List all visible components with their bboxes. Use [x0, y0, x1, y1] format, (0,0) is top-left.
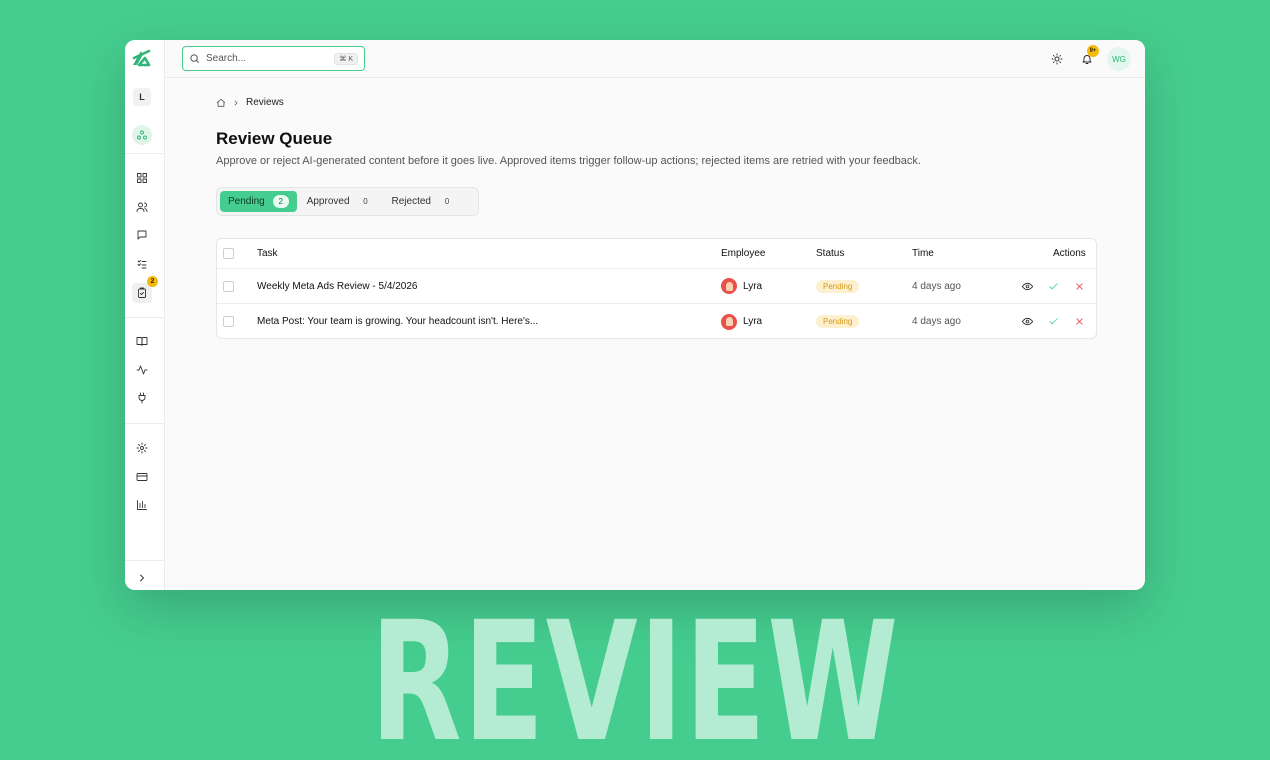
- employee-name: Lyra: [743, 280, 763, 292]
- eye-icon: [1021, 282, 1033, 290]
- breadcrumb-current: Reviews: [246, 97, 284, 108]
- chat-icon[interactable]: [132, 225, 152, 245]
- sidebar-divider: [125, 423, 165, 424]
- chevron-right-icon: [234, 100, 238, 105]
- tab-label: Pending: [228, 196, 265, 207]
- select-all-checkbox[interactable]: [223, 248, 234, 259]
- status-cell: Pending: [816, 315, 860, 328]
- home-icon[interactable]: [216, 98, 226, 108]
- column-header-employee: Employee: [721, 248, 766, 259]
- user-avatar[interactable]: WG: [1107, 47, 1131, 71]
- page-title: Review Queue: [216, 129, 333, 148]
- notification-badge: 9+: [1087, 45, 1099, 57]
- close-icon: [1075, 318, 1083, 325]
- plug-icon[interactable]: [132, 388, 152, 408]
- status-cell: Pending: [816, 279, 860, 293]
- column-header-actions: Actions: [1053, 248, 1086, 259]
- column-header-status: Status: [816, 248, 845, 259]
- reviews-icon[interactable]: 2: [132, 276, 158, 303]
- row-checkbox[interactable]: [223, 316, 234, 327]
- reviews-badge: 2: [147, 276, 158, 287]
- settings-icon[interactable]: [132, 438, 152, 458]
- sidebar: L 2: [125, 40, 165, 590]
- tab-label: Approved: [306, 196, 350, 207]
- app-window: L 2 Search... ⌘ K 9+ WG Reviews Review Q…: [125, 40, 1145, 590]
- approve-button[interactable]: [1046, 279, 1060, 293]
- billing-icon[interactable]: [132, 467, 152, 487]
- dashboard-icon[interactable]: [132, 168, 152, 188]
- theme-toggle-icon[interactable]: [1049, 51, 1065, 67]
- tab-approved[interactable]: Approved 0: [299, 191, 382, 212]
- table-row[interactable]: Weekly Meta Ads Review - 5/4/2026 Lyra P…: [217, 269, 1096, 304]
- tab-label: Rejected: [391, 196, 431, 207]
- tab-rejected[interactable]: Rejected 0: [384, 191, 463, 212]
- banner-title: REVIEW: [370, 586, 900, 760]
- search-icon: [190, 54, 199, 63]
- activity-icon[interactable]: [132, 360, 152, 380]
- breadcrumb: Reviews: [216, 97, 284, 108]
- column-header-task: Task: [257, 248, 278, 259]
- status-badge: Pending: [816, 315, 860, 328]
- tasks-icon[interactable]: [132, 254, 152, 274]
- approve-button[interactable]: [1046, 315, 1060, 329]
- employee-cell: Lyra: [721, 313, 763, 330]
- view-button[interactable]: [1020, 315, 1034, 329]
- search-shortcut: ⌘ K: [334, 52, 358, 65]
- check-icon: [1048, 282, 1058, 289]
- eye-icon: [1021, 317, 1033, 326]
- review-table: Task Employee Status Time Actions Weekly…: [216, 238, 1097, 339]
- agents-icon[interactable]: [132, 125, 152, 145]
- status-badge: Pending: [816, 279, 860, 293]
- sidebar-divider: [125, 153, 165, 154]
- status-tabs: Pending 2 Approved 0 Rejected 0: [216, 187, 479, 216]
- sidebar-divider: [125, 317, 165, 318]
- tab-count: 0: [363, 197, 368, 206]
- task-title[interactable]: Weekly Meta Ads Review - 5/4/2026: [257, 281, 417, 292]
- task-title[interactable]: Meta Post: Your team is growing. Your he…: [257, 316, 538, 327]
- topbar: ⌘ K 9+ WG: [165, 40, 1145, 78]
- workspace-switcher[interactable]: L: [133, 88, 151, 106]
- expand-sidebar-icon[interactable]: [132, 568, 152, 588]
- search-box[interactable]: ⌘ K: [182, 46, 365, 71]
- row-checkbox[interactable]: [223, 280, 234, 292]
- employee-avatar: [721, 313, 737, 330]
- tab-count: 2: [272, 195, 289, 208]
- table-header: Task Employee Status Time Actions: [217, 239, 1096, 269]
- employee-avatar: [721, 278, 737, 294]
- tab-pending[interactable]: Pending 2: [220, 191, 297, 212]
- tab-count: 0: [444, 197, 450, 206]
- employee-cell: Lyra: [721, 278, 762, 294]
- time-cell: 4 days ago: [912, 316, 961, 327]
- employee-name: Lyra: [743, 316, 763, 327]
- reject-button[interactable]: [1072, 315, 1086, 329]
- users-icon[interactable]: [132, 197, 152, 217]
- check-icon: [1048, 318, 1058, 325]
- sidebar-divider: [125, 560, 165, 561]
- analytics-icon[interactable]: [132, 495, 152, 515]
- view-button[interactable]: [1020, 279, 1034, 293]
- column-header-time: Time: [912, 248, 934, 259]
- table-row[interactable]: Meta Post: Your team is growing. Your he…: [217, 304, 1096, 338]
- time-cell: 4 days ago: [912, 280, 961, 292]
- close-icon: [1075, 282, 1083, 290]
- reject-button[interactable]: [1072, 279, 1086, 293]
- bell-icon[interactable]: 9+: [1079, 45, 1099, 67]
- logo-icon[interactable]: [130, 47, 152, 69]
- page-description: Approve or reject AI-generated content b…: [216, 155, 921, 167]
- book-icon[interactable]: [132, 331, 152, 351]
- search-input[interactable]: [206, 53, 326, 64]
